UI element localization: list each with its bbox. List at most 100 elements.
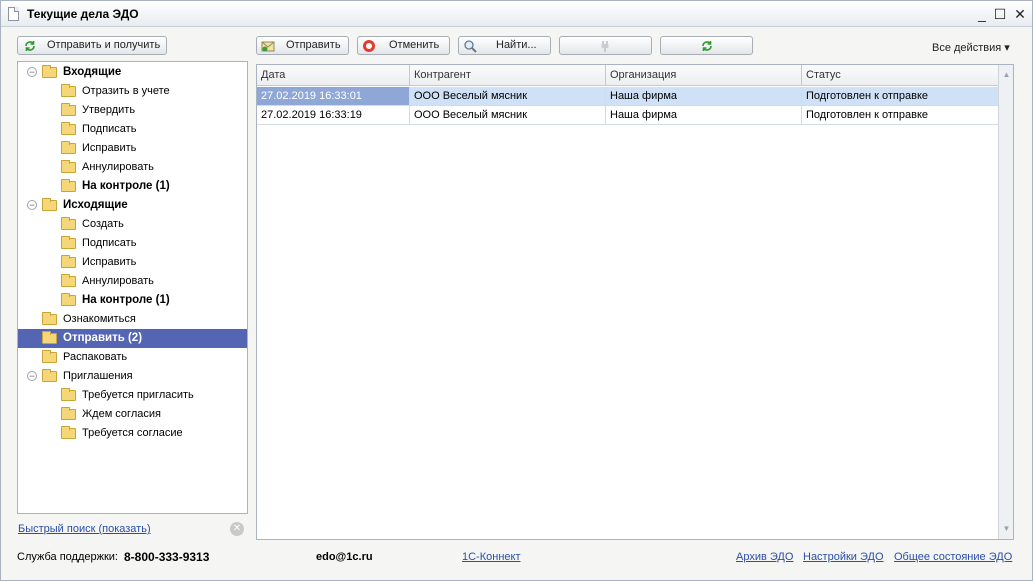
folder-icon xyxy=(61,217,76,230)
refresh-icon xyxy=(702,41,712,51)
tree-item-label: Отправить (2) xyxy=(63,332,143,344)
folder-icon xyxy=(42,65,57,78)
column-header-status[interactable]: Статус xyxy=(802,65,998,86)
tree-item-label: Создать xyxy=(82,218,124,230)
tree-item[interactable]: Подписать xyxy=(18,120,247,139)
cell-organization: Наша фирма xyxy=(606,87,802,105)
tree-item-label: Подписать xyxy=(82,237,137,249)
tree-item-label: Исправить xyxy=(82,256,137,268)
tree-item-label: На контроле (1) xyxy=(82,294,170,306)
tree-item[interactable]: Утвердить xyxy=(18,101,247,120)
collapse-icon[interactable]: − xyxy=(27,200,37,210)
collapse-icon[interactable]: − xyxy=(27,67,37,77)
folder-icon xyxy=(61,407,76,420)
tree-item[interactable]: Подписать xyxy=(18,234,247,253)
tree-item[interactable]: Аннулировать xyxy=(18,158,247,177)
column-header-counterparty[interactable]: Контрагент xyxy=(410,65,606,86)
column-header-date[interactable]: Дата xyxy=(257,65,410,86)
tree-item-label: Требуется пригласить xyxy=(82,389,194,401)
tree-item[interactable]: Отразить в учете xyxy=(18,82,247,101)
column-header-organization[interactable]: Организация xyxy=(606,65,802,86)
find-label: Найти... xyxy=(496,39,537,51)
tree-item[interactable]: Распаковать xyxy=(18,348,247,367)
tree-item-label: Аннулировать xyxy=(82,275,154,287)
tree-item[interactable]: Отправить (2) xyxy=(18,329,247,348)
cancel-button[interactable]: Отменить xyxy=(357,36,450,55)
tree-item[interactable]: − Входящие xyxy=(18,63,247,82)
document-icon xyxy=(8,7,19,21)
tree-item[interactable]: Создать xyxy=(18,215,247,234)
overall-status-link[interactable]: Общее состояние ЭДО xyxy=(894,547,1012,567)
tree-item-label: Приглашения xyxy=(63,370,133,382)
support-phone: 8-800-333-9313 xyxy=(124,550,210,564)
send-receive-button[interactable]: Отправить и получить xyxy=(17,36,167,55)
tree-item[interactable]: На контроле (1) xyxy=(18,291,247,310)
tree-item[interactable]: Исправить xyxy=(18,139,247,158)
support-email: edo@1c.ru xyxy=(316,551,373,563)
folder-icon xyxy=(61,160,76,173)
folder-icon xyxy=(61,255,76,268)
folder-icon xyxy=(61,141,76,154)
folder-icon xyxy=(42,369,57,382)
folder-icon xyxy=(61,293,76,306)
close-button[interactable]: ✕ xyxy=(1011,5,1029,23)
archive-link[interactable]: Архив ЭДО xyxy=(736,547,793,567)
scroll-down-icon[interactable]: ▼ xyxy=(1001,523,1012,534)
cell-date: 27.02.2019 16:33:19 xyxy=(257,106,410,124)
tree-item-label: Исправить xyxy=(82,142,137,154)
send-button[interactable]: Отправить xyxy=(256,36,349,55)
tree-item[interactable]: − Исходящие xyxy=(18,196,247,215)
tree-item[interactable]: На контроле (1) xyxy=(18,177,247,196)
folder-icon xyxy=(61,236,76,249)
clear-search-icon[interactable]: ✕ xyxy=(230,522,244,536)
tree-item-label: Входящие xyxy=(63,66,122,78)
tree-item-label: Утвердить xyxy=(82,104,136,116)
send-label: Отправить xyxy=(286,39,341,51)
folder-icon xyxy=(42,350,57,363)
refresh-button[interactable] xyxy=(660,36,753,55)
plugin-button[interactable] xyxy=(559,36,652,55)
folder-icon xyxy=(61,426,76,439)
folder-icon xyxy=(61,274,76,287)
collapse-icon[interactable]: − xyxy=(27,371,37,381)
tree-item[interactable]: Аннулировать xyxy=(18,272,247,291)
tree-item[interactable]: Ждем согласия xyxy=(18,405,247,424)
documents-table: Дата Контрагент Организация Статус 27.02… xyxy=(256,64,1014,540)
tree-item-label: Ждем согласия xyxy=(82,408,161,420)
table-row[interactable]: 27.02.2019 16:33:01 ООО Веселый мясник Н… xyxy=(257,87,998,106)
tree-item-label: Распаковать xyxy=(63,351,128,363)
all-actions-menu[interactable]: Все действия ▾ xyxy=(932,41,1010,54)
cell-counterparty: ООО Веселый мясник xyxy=(410,106,606,124)
tree-item[interactable]: Требуется пригласить xyxy=(18,386,247,405)
tree-item[interactable]: Исправить xyxy=(18,253,247,272)
tree-item-label: Исходящие xyxy=(63,199,128,211)
tree-item[interactable]: Ознакомиться xyxy=(18,310,247,329)
tree-item[interactable]: − Приглашения xyxy=(18,367,247,386)
scroll-up-icon[interactable]: ▲ xyxy=(1001,69,1012,80)
cancel-label: Отменить xyxy=(389,39,440,51)
support-label: Служба поддержки: xyxy=(17,551,118,563)
edo-window: Текущие дела ЭДО _ ☐ ✕ Отправить и получ… xyxy=(0,0,1033,581)
tree-item[interactable]: Требуется согласие xyxy=(18,424,247,443)
folder-icon xyxy=(61,122,76,135)
refresh-icon xyxy=(25,41,35,51)
folder-icon xyxy=(61,179,76,192)
tree-item-label: Требуется согласие xyxy=(82,427,183,439)
cell-counterparty: ООО Веселый мясник xyxy=(410,87,606,105)
table-row[interactable]: 27.02.2019 16:33:19 ООО Веселый мясник Н… xyxy=(257,106,998,125)
connect-link[interactable]: 1С-Коннект xyxy=(462,547,521,567)
tree-item-label: Аннулировать xyxy=(82,161,154,173)
search-icon xyxy=(464,40,477,53)
settings-link[interactable]: Настройки ЭДО xyxy=(803,547,884,567)
quick-search-link[interactable]: Быстрый поиск (показать) xyxy=(18,523,151,535)
vertical-scrollbar[interactable]: ▲ ▼ xyxy=(998,65,1013,539)
minimize-button[interactable]: _ xyxy=(973,5,991,23)
maximize-button[interactable]: ☐ xyxy=(991,5,1009,23)
folder-icon xyxy=(61,388,76,401)
plug-icon xyxy=(601,41,609,52)
tree-item-label: Подписать xyxy=(82,123,137,135)
find-button[interactable]: Найти... xyxy=(458,36,551,55)
status-bar: Служба поддержки: 8-800-333-9313 edo@1c.… xyxy=(1,547,1032,567)
title-bar: Текущие дела ЭДО _ ☐ ✕ xyxy=(1,1,1032,27)
window-title: Текущие дела ЭДО xyxy=(27,7,139,21)
